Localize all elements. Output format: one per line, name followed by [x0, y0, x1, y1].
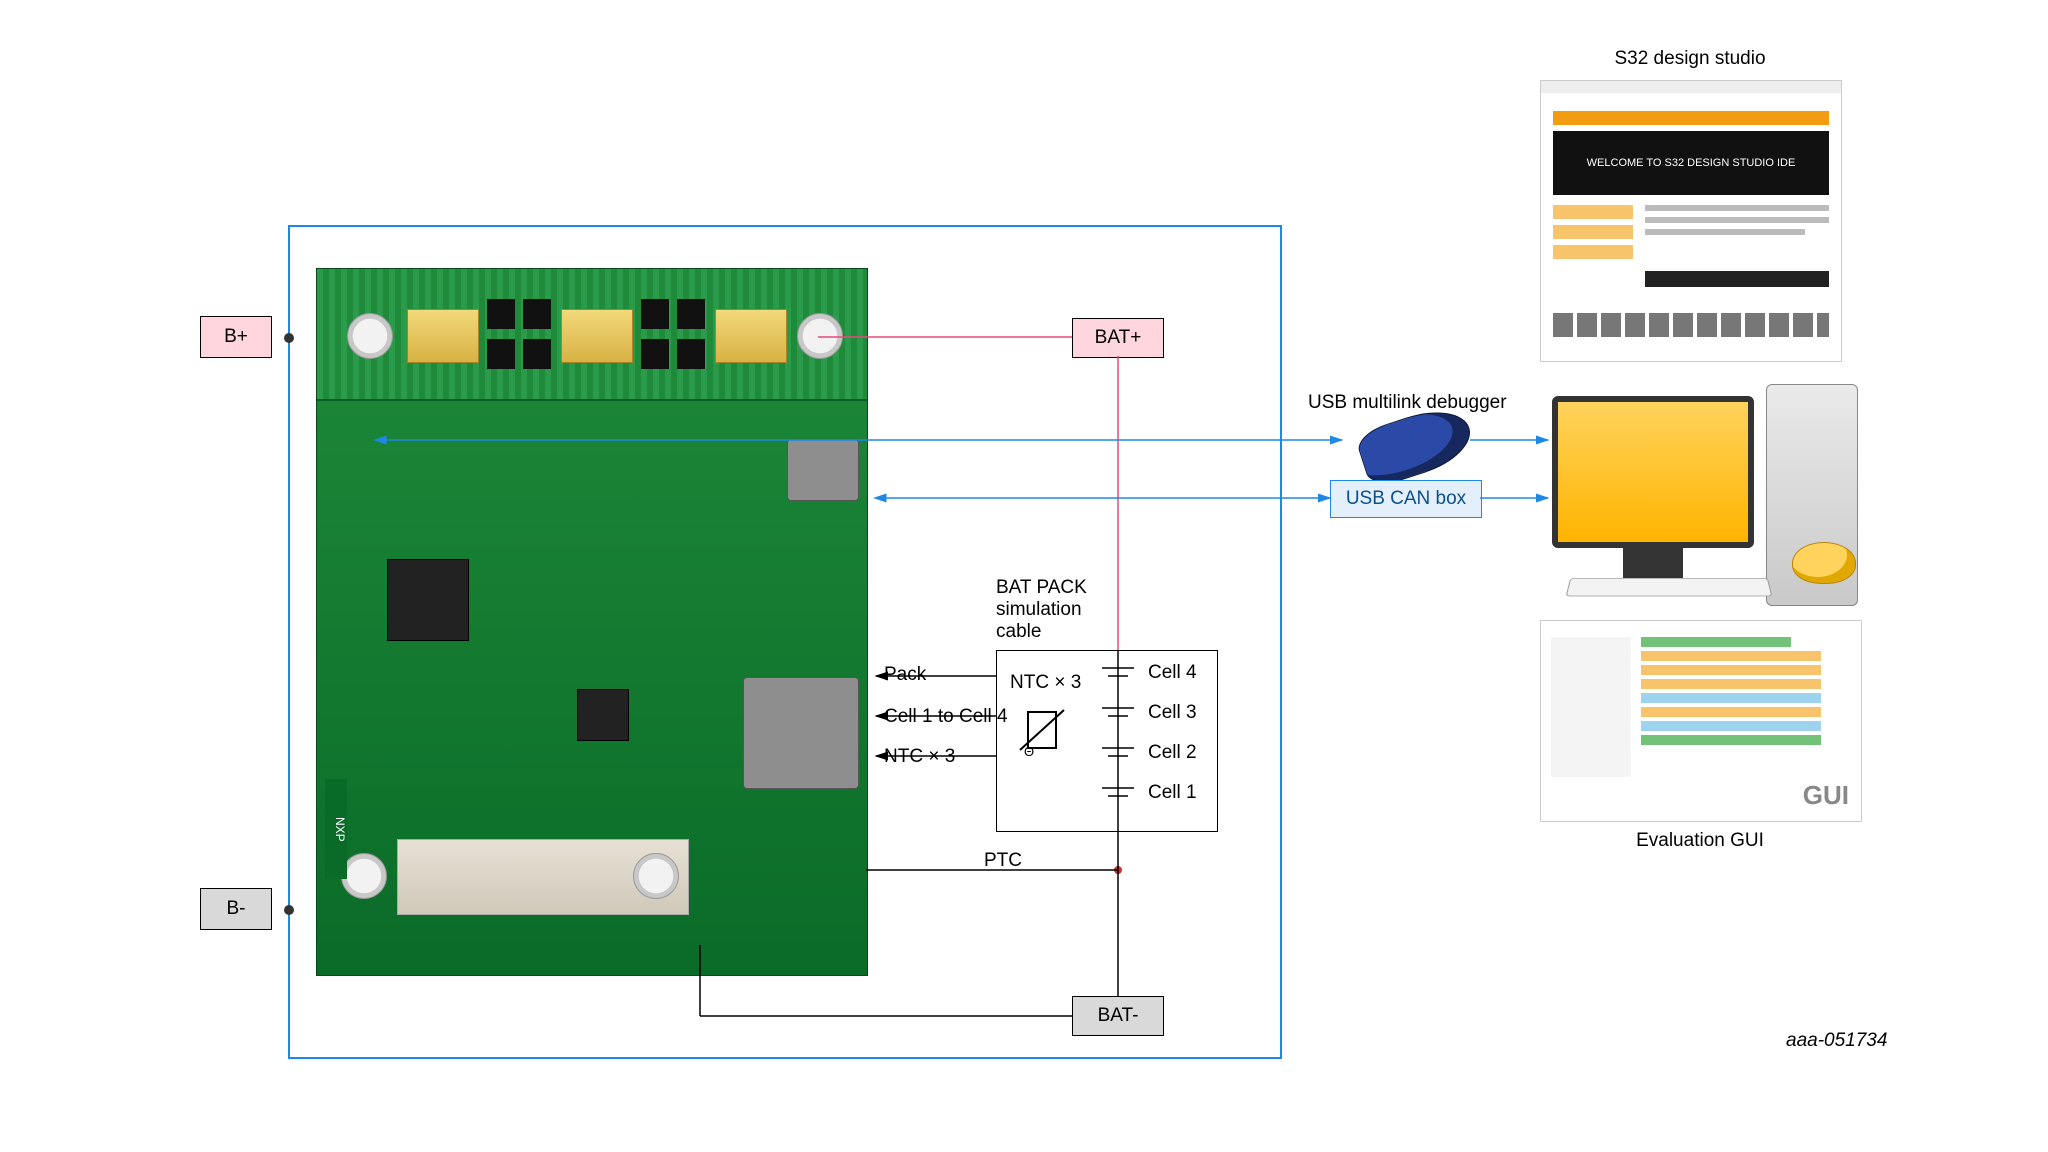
- row: [1641, 707, 1821, 717]
- label: BAT-: [1098, 1005, 1139, 1027]
- power-pad: [561, 309, 633, 363]
- doc-id: aaa-051734: [1786, 1030, 1887, 1052]
- row: [1641, 651, 1821, 661]
- power-pad: [715, 309, 787, 363]
- label: B-: [227, 898, 246, 920]
- cell2-label: Cell 2: [1148, 742, 1197, 764]
- terminal-b-minus: B-: [200, 888, 272, 930]
- orange-bar: [1553, 111, 1829, 125]
- sidebar-item: [1553, 245, 1633, 259]
- bat-minus-label: BAT-: [1072, 996, 1164, 1036]
- terminal-b-plus: B+: [200, 316, 272, 358]
- row: [1641, 665, 1821, 675]
- screw: [341, 853, 387, 899]
- mosfet: [677, 339, 705, 369]
- cells-label: Cell 1 to Cell 4: [884, 706, 1008, 728]
- hero: WELCOME TO S32 DESIGN STUDIO IDE: [1553, 131, 1829, 195]
- connector: [787, 439, 859, 501]
- usb-can-box: USB CAN box: [1330, 480, 1482, 518]
- cell-connector: [743, 677, 859, 789]
- screw: [347, 313, 393, 359]
- ptc-label: PTC: [984, 850, 1022, 872]
- svg-text:Θ: Θ: [1024, 744, 1034, 758]
- mosfet: [487, 299, 515, 329]
- gui-text: GUI: [1803, 780, 1849, 811]
- ntc-internal: NTC × 3: [1010, 672, 1081, 694]
- mosfet: [677, 299, 705, 329]
- eval-gui-caption: Evaluation GUI: [1570, 830, 1830, 852]
- ic-chip: [577, 689, 629, 741]
- content-line: [1645, 205, 1829, 211]
- cell1-label: Cell 1: [1148, 782, 1197, 804]
- mosfet: [523, 339, 551, 369]
- s32-caption: S32 design studio: [1560, 48, 1820, 70]
- ntc-label: NTC × 3: [884, 746, 955, 768]
- screw: [633, 853, 679, 899]
- mouse-icon: [1792, 542, 1856, 584]
- keyboard-icon: [1566, 578, 1773, 596]
- terminal-dot: [284, 905, 294, 915]
- s32-window: WELCOME TO S32 DESIGN STUDIO IDE: [1540, 80, 1842, 362]
- mosfet: [641, 299, 669, 329]
- gui-window: GUI: [1540, 620, 1862, 822]
- nxp-logo: NXP: [325, 779, 347, 879]
- label: B+: [224, 326, 248, 348]
- row: [1641, 721, 1821, 731]
- mcu-chip: [387, 559, 469, 641]
- row: [1641, 637, 1791, 647]
- power-pad: [407, 309, 479, 363]
- pack-label: Pack: [884, 664, 926, 686]
- titlebar: [1541, 81, 1841, 93]
- content-line: [1645, 229, 1805, 235]
- gallery: [1553, 313, 1829, 337]
- mosfet: [641, 339, 669, 369]
- cell4-label: Cell 4: [1148, 662, 1197, 684]
- sidebar: [1551, 637, 1631, 777]
- terminal-dot: [284, 333, 294, 343]
- cell3-label: Cell 3: [1148, 702, 1197, 724]
- monitor-screen: [1552, 396, 1754, 548]
- bat-plus-label: BAT+: [1072, 318, 1164, 358]
- sidebar-item: [1553, 205, 1633, 219]
- batpack-title: BAT PACK simulation cable: [996, 577, 1176, 643]
- label: USB CAN box: [1346, 488, 1466, 510]
- monitor-icon: [1552, 396, 1754, 586]
- row: [1641, 679, 1821, 689]
- row: [1641, 735, 1821, 745]
- pcb-board: NXP: [316, 268, 868, 976]
- label: BAT+: [1095, 327, 1142, 349]
- usb-debugger-caption: USB multilink debugger: [1308, 392, 1507, 414]
- content-strip: [1645, 271, 1829, 287]
- mosfet: [487, 339, 515, 369]
- thermistor-icon: Θ: [1014, 702, 1070, 758]
- row: [1641, 693, 1821, 703]
- mosfet: [523, 299, 551, 329]
- content-line: [1645, 217, 1829, 223]
- sidebar-item: [1553, 225, 1633, 239]
- screw: [797, 313, 843, 359]
